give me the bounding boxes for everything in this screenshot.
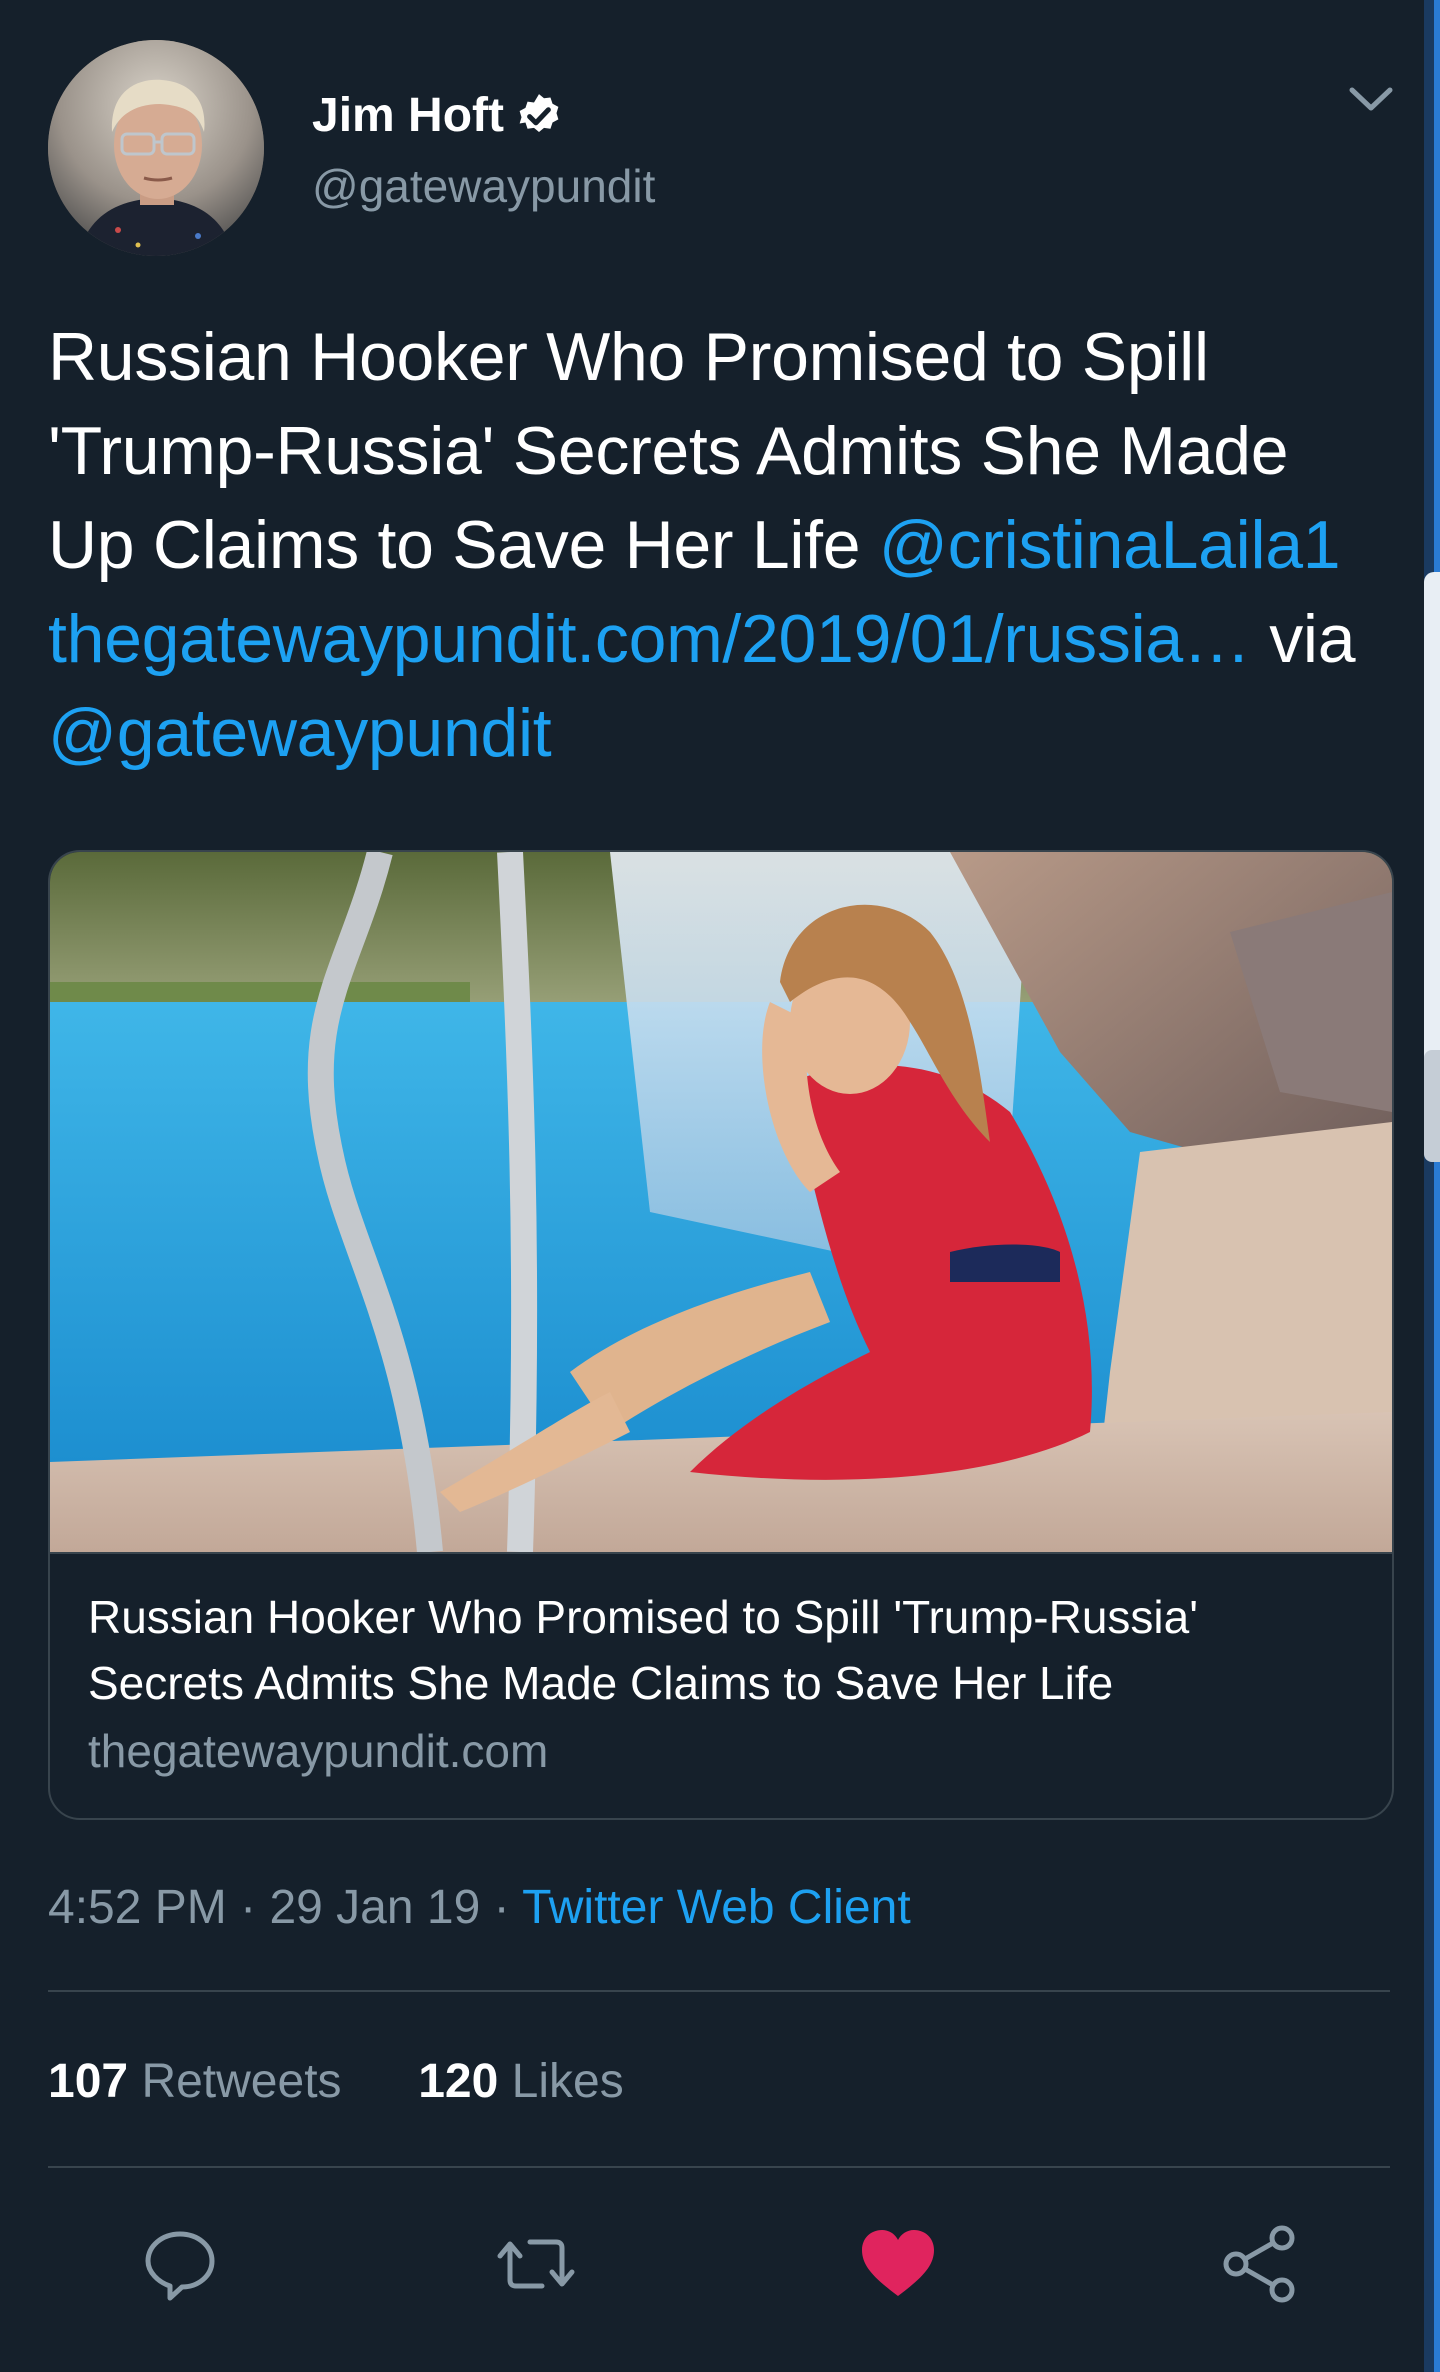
share-button[interactable] (1220, 2224, 1300, 2304)
card-domain: thegatewaypundit.com (88, 1725, 549, 1777)
card-title[interactable]: Russian Hooker Who Promised to Spill 'Tr… (88, 1584, 1354, 1716)
tweet-date[interactable]: 29 Jan 19 (269, 1881, 480, 1934)
scrollbar-stripe (1434, 0, 1440, 2372)
retweet-icon (497, 2239, 575, 2289)
tweet-meta: 4:52 PM · 29 Jan 19 · Twitter Web Client (48, 1876, 911, 1940)
scrollbar-thumb-shade (1424, 1050, 1440, 1162)
reply-button[interactable] (140, 2224, 220, 2304)
author-name-row[interactable]: Jim Hoft (312, 84, 564, 148)
tweet-source-link[interactable]: Twitter Web Client (522, 1881, 911, 1934)
tweet-text: Russian Hooker Who Promised to Spill 'Tr… (48, 310, 1388, 780)
likes-stat[interactable]: 120 Likes (418, 2055, 624, 2108)
divider (48, 2166, 1390, 2168)
avatar-photo (48, 40, 264, 256)
via-label: via (1269, 601, 1356, 677)
retweets-stat[interactable]: 107 Retweets (48, 2055, 355, 2108)
avatar[interactable] (48, 40, 264, 256)
meta-separator: · (493, 1881, 510, 1934)
meta-separator: · (240, 1881, 257, 1934)
author-name[interactable]: Jim Hoft (312, 84, 504, 148)
share-icon (1223, 2225, 1295, 2303)
tweet-time[interactable]: 4:52 PM (48, 1881, 227, 1934)
retweets-label: Retweets (141, 2055, 342, 2108)
card-image[interactable] (50, 852, 1392, 1552)
author-handle[interactable]: @gatewaypundit (312, 156, 655, 216)
card-body[interactable]: Russian Hooker Who Promised to Spill 'Tr… (50, 1552, 1392, 1818)
likes-count: 120 (418, 2055, 499, 2108)
likes-label: Likes (511, 2055, 624, 2108)
divider (48, 1990, 1390, 1992)
card-photo (50, 852, 1392, 1552)
like-button[interactable] (858, 2224, 938, 2304)
retweet-button[interactable] (496, 2224, 576, 2304)
heart-icon (862, 2230, 934, 2296)
tweet-detail-page: Jim Hoft @gatewaypundit Russian Hooker W… (0, 0, 1440, 2372)
tweet-stats: 107 Retweets 120 Likes (48, 2050, 624, 2114)
reply-icon (145, 2231, 215, 2301)
mention-link[interactable]: @cristinaLaila1 (879, 507, 1341, 583)
verified-badge-icon (514, 91, 564, 141)
article-url-link[interactable]: thegatewaypundit.com/2019/01/russia… (48, 601, 1251, 677)
link-preview-card[interactable]: Russian Hooker Who Promised to Spill 'Tr… (48, 850, 1394, 1820)
via-mention-link[interactable]: @gatewaypundit (48, 695, 552, 771)
chevron-down-icon[interactable] (1346, 80, 1396, 120)
retweets-count: 107 (48, 2055, 129, 2108)
